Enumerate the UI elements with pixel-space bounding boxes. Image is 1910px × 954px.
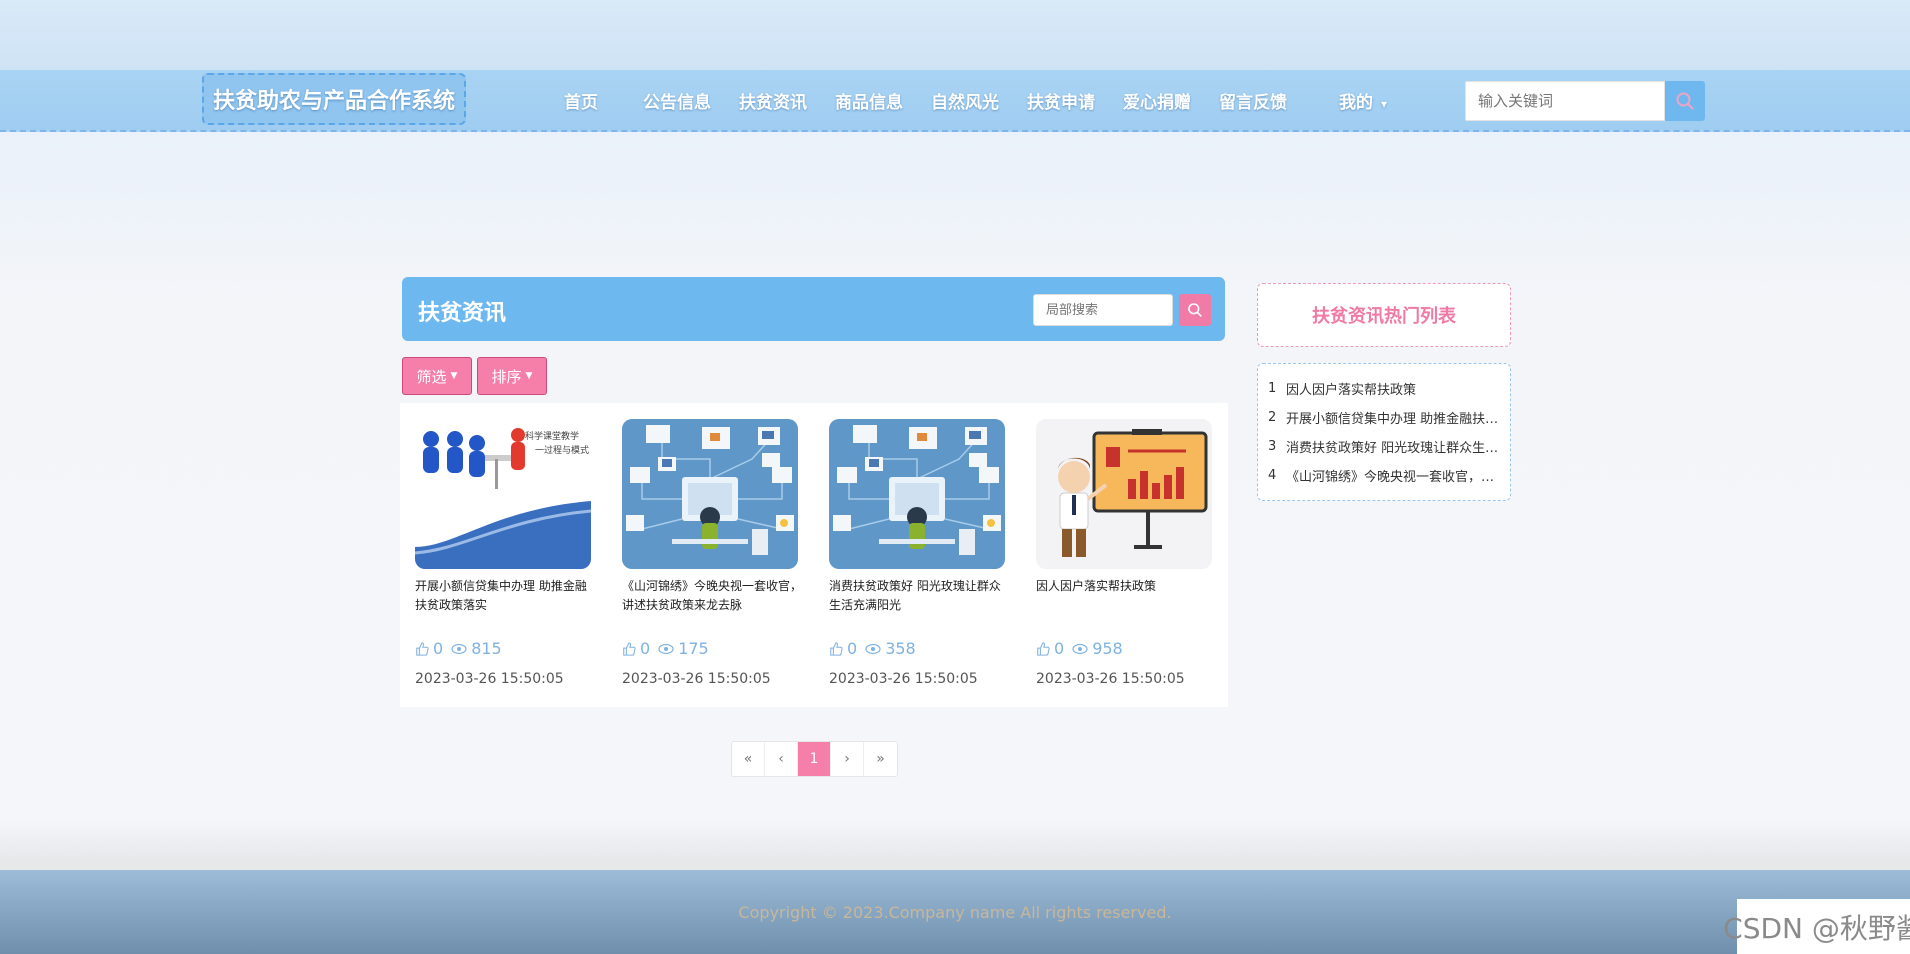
classroom-teaching-image[interactable]: 科学课堂教学 一过程与模式 [415,419,591,569]
sort-label: 排序 [491,367,522,386]
news-card[interactable]: 《山河锦绣》今晚央视一套收官，讲述扶贫政策来龙去脉 0 175 2023-03-… [607,403,807,707]
caret-down-icon: ▼ [450,371,458,381]
news-card-title[interactable]: 开展小额信贷集中办理 助推金融扶贫政策落实 [415,577,595,615]
hot-list-title: 扶贫资讯热门列表 [1257,283,1511,347]
thumbs-up-icon[interactable] [622,641,636,656]
eye-icon [658,643,674,654]
page-first-button[interactable]: « [732,742,765,776]
hot-list-item[interactable]: 4 《山河锦绣》今晚央视一套收官，讲述扶贫政策来龙去脉 [1268,461,1500,490]
news-card-title[interactable]: 消费扶贫政策好 阳光玫瑰让群众生活充满阳光 [829,577,1009,615]
hot-item-text: 消费扶贫政策好 阳光玫瑰让群众生活充满阳光 [1286,441,1500,456]
page-current-button[interactable]: 1 [798,742,831,776]
top-banner-strip [0,0,1910,70]
site-logo-title[interactable]: 扶贫助农与产品合作系统 [202,73,466,125]
pagination: « ‹ 1 › » [731,741,898,777]
view-count: 358 [885,639,916,658]
news-card-date: 2023-03-26 15:50:05 [829,671,978,687]
hot-list-item[interactable]: 2 开展小额信贷集中办理 助推金融扶贫政策落实 [1268,403,1500,432]
presenter-chart-image[interactable] [1036,419,1212,569]
nav-item-feedback[interactable]: 留言反馈 [1219,88,1287,114]
nav-item-scenery[interactable]: 自然风光 [931,88,999,114]
thumbs-up-icon[interactable] [829,641,843,656]
news-card-title[interactable]: 《山河锦绣》今晚央视一套收官，讲述扶贫政策来龙去脉 [622,577,802,615]
news-card-grid: 科学课堂教学 一过程与模式 开展小额信贷集中办理 助推金融扶贫政策落实 0 81… [400,403,1228,707]
nav-item-poverty-news[interactable]: 扶贫资讯 [739,88,807,114]
view-count: 815 [471,639,502,658]
news-card-stats: 0 958 [1036,639,1123,658]
local-search-button[interactable] [1179,294,1211,326]
news-card-date: 2023-03-26 15:50:05 [415,671,564,687]
hot-item-number: 1 [1268,381,1277,396]
hot-list-item[interactable]: 1 因人因户落实帮扶政策 [1268,374,1500,403]
news-card-date: 2023-03-26 15:50:05 [1036,671,1185,687]
footer: Copyright © 2023.Company name All rights… [0,870,1910,954]
network-computer-image[interactable] [829,419,1005,569]
like-count: 0 [847,639,858,658]
hot-item-text: 因人因户落实帮扶政策 [1286,383,1417,398]
nav-item-mine[interactable]: 我的 ▾ [1339,88,1387,114]
footer-copyright: Copyright © 2023.Company name All rights… [738,902,1172,922]
like-count: 0 [1054,639,1065,658]
sort-dropdown-button[interactable]: 排序 ▼ [477,357,547,395]
hot-item-text: 开展小额信贷集中办理 助推金融扶贫政策落实 [1286,412,1500,427]
nav-item-products[interactable]: 商品信息 [835,88,903,114]
filter-label: 筛选 [416,367,447,386]
nav-item-mine-label: 我的 [1339,93,1373,113]
view-count: 958 [1092,639,1123,658]
page-next-button[interactable]: › [831,742,864,776]
view-count: 175 [678,639,709,658]
news-card-stats: 0 815 [415,639,502,658]
hot-item-number: 3 [1268,439,1277,454]
svg-text:科学课堂教学: 科学课堂教学 [525,430,579,442]
news-card[interactable]: 科学课堂教学 一过程与模式 开展小额信贷集中办理 助推金融扶贫政策落实 0 81… [400,403,600,707]
eye-icon [451,643,467,654]
news-card[interactable]: 因人因户落实帮扶政策 0 958 2023-03-26 15:50:05 [1021,403,1221,707]
news-card-title[interactable]: 因人因户落实帮扶政策 [1036,577,1216,596]
news-card[interactable]: 消费扶贫政策好 阳光玫瑰让群众生活充满阳光 0 358 2023-03-26 1… [814,403,1014,707]
search-icon [1188,303,1202,317]
search-icon [1676,92,1694,110]
news-card-date: 2023-03-26 15:50:05 [622,671,771,687]
hot-item-number: 2 [1268,410,1277,425]
like-count: 0 [433,639,444,658]
page-last-button[interactable]: » [864,742,897,776]
news-card-stats: 0 358 [829,639,916,658]
hot-list: 1 因人因户落实帮扶政策 2 开展小额信贷集中办理 助推金融扶贫政策落实 3 消费扶贫… [1257,363,1511,501]
search-input[interactable] [1465,81,1665,121]
news-card-stats: 0 175 [622,639,709,658]
network-computer-image[interactable] [622,419,798,569]
nav-item-donation[interactable]: 爱心捐赠 [1123,88,1191,114]
search-button[interactable] [1665,81,1705,121]
nav-item-home[interactable]: 首页 [564,88,598,114]
caret-down-icon: ▼ [525,371,533,381]
top-nav-bar: 扶贫助农与产品合作系统 首页 公告信息 扶贫资讯 商品信息 自然风光 扶贫申请 … [0,70,1910,132]
svg-text:一过程与模式: 一过程与模式 [535,444,589,456]
watermark: CSDN @秋野酱 [1723,899,1910,954]
hot-item-number: 4 [1268,468,1277,483]
eye-icon [1072,643,1088,654]
filter-dropdown-button[interactable]: 筛选 ▼ [402,357,472,395]
thumbs-up-icon[interactable] [415,641,429,656]
nav-item-apply[interactable]: 扶贫申请 [1027,88,1095,114]
thumbs-up-icon[interactable] [1036,641,1050,656]
hot-item-text: 《山河锦绣》今晚央视一套收官，讲述扶贫政策来龙去脉 [1286,470,1500,485]
section-title: 扶贫资讯 [418,301,507,326]
nav-item-announcements[interactable]: 公告信息 [643,88,711,114]
page-prev-button[interactable]: ‹ [765,742,798,776]
eye-icon [865,643,881,654]
like-count: 0 [640,639,651,658]
hot-list-item[interactable]: 3 消费扶贫政策好 阳光玫瑰让群众生活充满阳光 [1268,432,1500,461]
local-search-input[interactable] [1033,294,1173,326]
section-header: 扶贫资讯 [402,277,1225,341]
chevron-down-icon: ▾ [1381,97,1388,111]
